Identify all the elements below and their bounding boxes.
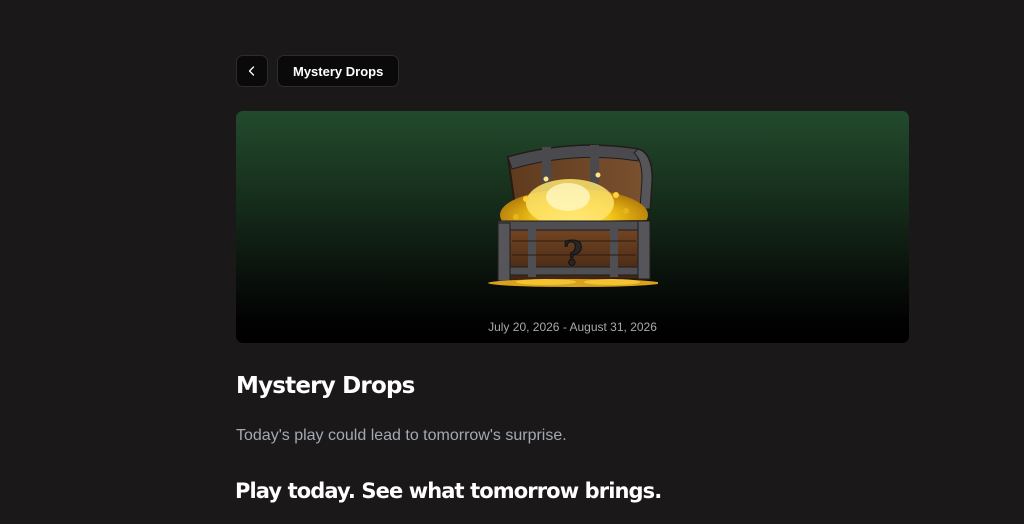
treasure-chest-icon: ? [488, 144, 658, 287]
promo-banner: ? July 20, 2026 - August 31, 2026 [236, 111, 909, 343]
page-title: Mystery Drops [236, 373, 415, 399]
breadcrumb-mystery-drops[interactable]: Mystery Drops [277, 55, 400, 87]
svg-text:?: ? [563, 234, 583, 274]
page: Mystery Drops ? July 20, 2026 - August 3… [0, 0, 1024, 524]
chevron-left-icon [248, 66, 255, 76]
top-nav: Mystery Drops [236, 55, 400, 87]
promo-date-range: July 20, 2026 - August 31, 2026 [488, 320, 657, 334]
promo-tagline: Play today. See what tomorrow brings. [235, 479, 662, 503]
promo-subtitle: Today's play could lead to tomorrow's su… [236, 427, 567, 444]
back-button[interactable] [236, 55, 268, 87]
